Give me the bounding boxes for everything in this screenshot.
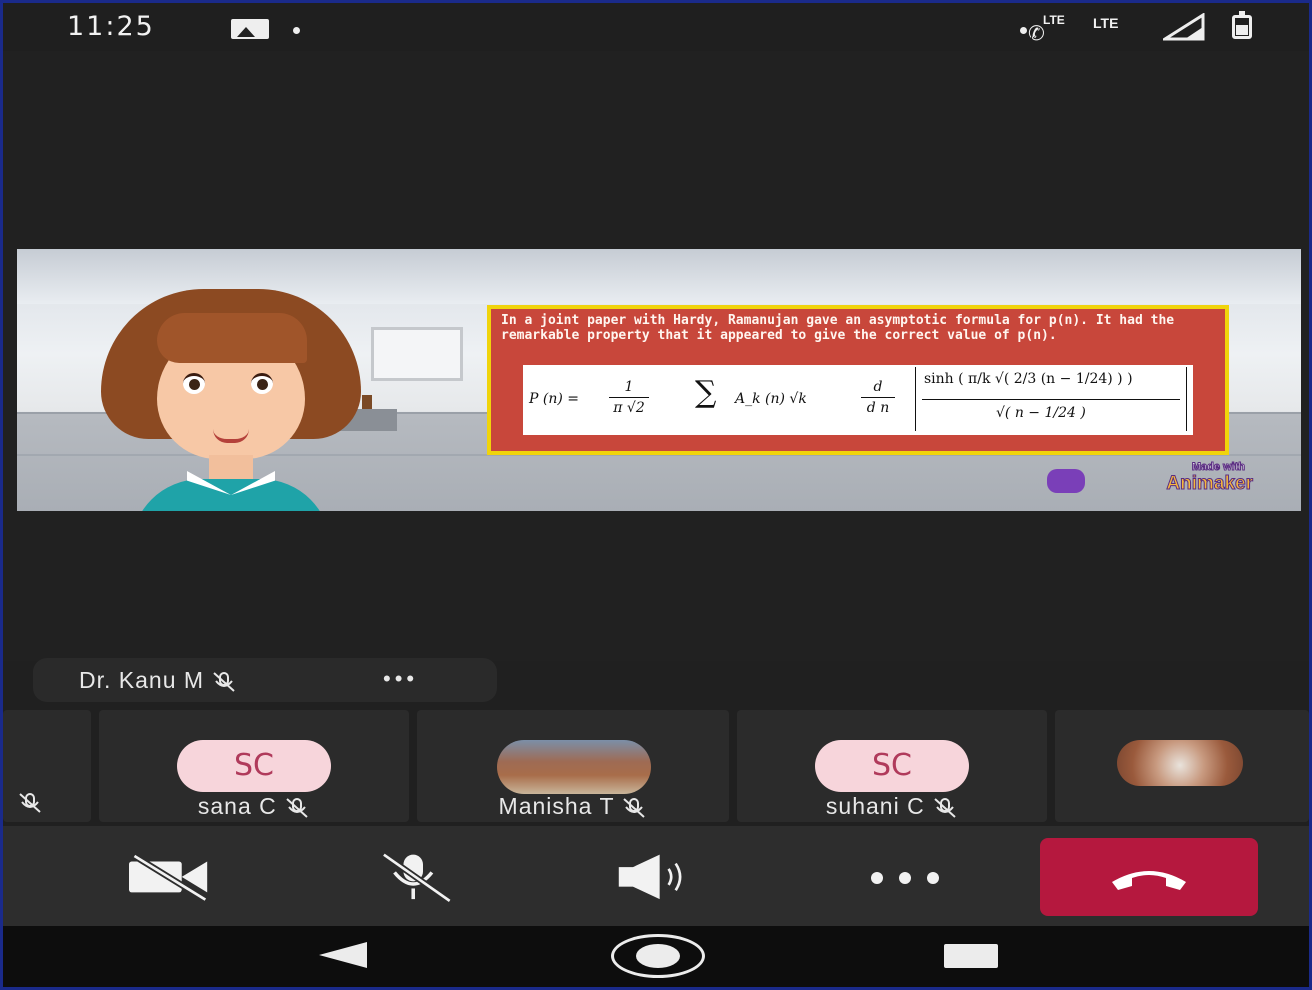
slide-text: In a joint paper with Hardy, Ramanujan g… bbox=[501, 313, 1175, 343]
formula-deriv-num: d bbox=[873, 379, 883, 395]
participant-name-text: suhani C bbox=[825, 793, 925, 819]
shared-screen-video[interactable]: In a joint paper with Hardy, Ramanujan g… bbox=[17, 249, 1301, 511]
avatar-body bbox=[131, 479, 331, 511]
participant-photo-avatar bbox=[1117, 740, 1243, 786]
mic-muted-icon bbox=[19, 793, 41, 813]
formula-deriv-den: d n bbox=[866, 400, 890, 416]
formula-term: A_k (n) √k bbox=[735, 391, 807, 407]
participant-name: sana C bbox=[99, 793, 409, 820]
participant-name-text: Manisha T bbox=[498, 793, 615, 819]
mic-off-icon[interactable] bbox=[375, 846, 455, 906]
more-options-icon[interactable] bbox=[865, 846, 945, 906]
animaker-mascot-icon bbox=[1047, 469, 1085, 493]
end-call-icon bbox=[1112, 871, 1186, 890]
notification-dot-icon bbox=[293, 27, 300, 34]
formula-frac-den: π √2 bbox=[613, 400, 645, 416]
mic-muted-icon bbox=[213, 671, 236, 692]
participant-tile[interactable]: SC sana C bbox=[99, 710, 409, 822]
formula-big-fraction: sinh ( π/k √( 2/3 (n − 1/24) ) ) √( n − … bbox=[915, 367, 1187, 431]
back-icon[interactable] bbox=[319, 942, 367, 968]
wall-picture bbox=[371, 327, 463, 381]
image-notification-icon bbox=[231, 19, 269, 39]
participant-tile[interactable]: SC suhani C bbox=[737, 710, 1047, 822]
end-call-button[interactable] bbox=[1040, 838, 1258, 916]
status-time: 11:25 bbox=[67, 11, 155, 42]
participant-name: suhani C bbox=[737, 793, 1047, 820]
lte-label-2: LTE bbox=[1093, 15, 1119, 31]
camera-off-icon[interactable] bbox=[129, 846, 209, 906]
home-icon[interactable] bbox=[611, 934, 705, 978]
formula-lhs: P (n) = bbox=[529, 391, 579, 407]
speaker-name: Dr. Kanu M bbox=[79, 667, 237, 694]
participant-tile[interactable]: Manisha T bbox=[417, 710, 729, 822]
animaker-watermark: Made with Animaker bbox=[1027, 461, 1257, 495]
formula-big-num: sinh ( π/k √( 2/3 (n − 1/24) ) ) bbox=[924, 371, 1133, 387]
formula-fraction: 1 π √2 bbox=[609, 379, 649, 416]
signal-icon bbox=[1163, 13, 1205, 41]
mic-muted-icon bbox=[286, 797, 308, 818]
participant-tile[interactable] bbox=[3, 710, 91, 822]
main-video-area[interactable]: In a joint paper with Hardy, Ramanujan g… bbox=[3, 51, 1309, 661]
avatar-eye-left bbox=[183, 373, 205, 394]
formula-derivative: d d n bbox=[861, 379, 895, 416]
battery-icon bbox=[1232, 11, 1252, 39]
status-bar: 11:25 ✆ LTE LTE bbox=[3, 3, 1309, 51]
meeting-screen: 11:25 ✆ LTE LTE In a joint paper with Ha… bbox=[0, 0, 1312, 990]
watermark-line1: Made with bbox=[1191, 461, 1245, 474]
formula-sum-symbol: ∑ bbox=[695, 375, 717, 410]
active-speaker-chip[interactable]: Dr. Kanu M ••• bbox=[33, 658, 497, 702]
participant-initials-avatar: SC bbox=[815, 740, 969, 792]
participant-tile[interactable] bbox=[1055, 710, 1309, 822]
formula-frac-num: 1 bbox=[624, 379, 634, 395]
participant-photo-avatar bbox=[497, 740, 651, 794]
presentation-slide: In a joint paper with Hardy, Ramanujan g… bbox=[487, 305, 1229, 455]
speaker-icon[interactable] bbox=[617, 846, 697, 906]
recents-icon[interactable] bbox=[944, 944, 998, 968]
watermark-line2: Animaker bbox=[1166, 473, 1254, 495]
mic-muted-icon bbox=[934, 797, 956, 818]
status-dot-icon bbox=[1020, 27, 1027, 34]
speaker-more-button[interactable]: ••• bbox=[383, 666, 418, 692]
speaker-name-text: Dr. Kanu M bbox=[79, 667, 205, 693]
mic-muted-icon bbox=[623, 797, 646, 818]
call-controls bbox=[3, 826, 1309, 926]
formula-big-den: √( n − 1/24 ) bbox=[996, 405, 1086, 421]
teacher-avatar bbox=[101, 289, 361, 511]
navigation-bar bbox=[3, 926, 1309, 987]
participant-strip[interactable]: SC sana C Manisha T SC suhani C bbox=[3, 710, 1309, 826]
avatar-eye-right bbox=[251, 373, 273, 394]
participant-initials-avatar: SC bbox=[177, 740, 331, 792]
participant-name: Manisha T bbox=[417, 793, 729, 820]
lte-label-1: LTE bbox=[1043, 13, 1065, 27]
participant-name-text: sana C bbox=[197, 793, 277, 819]
formula-box: P (n) = 1 π √2 ∑ A_k (n) √k d d n sinh (… bbox=[523, 365, 1193, 435]
avatar-bangs bbox=[157, 313, 307, 363]
